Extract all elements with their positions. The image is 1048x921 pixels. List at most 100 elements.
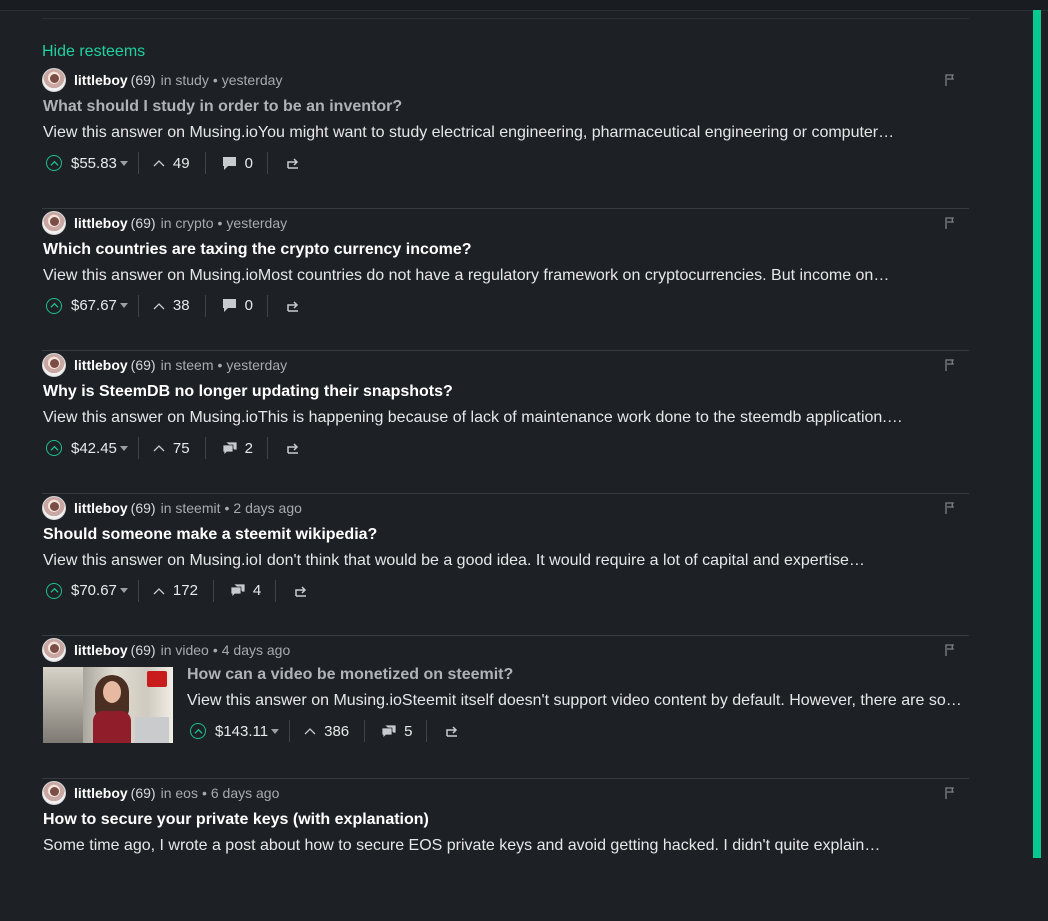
- flag-icon[interactable]: [943, 73, 957, 87]
- category-link[interactable]: steemit: [175, 500, 220, 516]
- upvote-button[interactable]: [46, 583, 62, 599]
- comment-count[interactable]: 5: [404, 723, 412, 740]
- author-name[interactable]: littleboy: [74, 72, 128, 88]
- author-avatar[interactable]: [42, 781, 66, 805]
- resteem-icon[interactable]: [286, 300, 300, 312]
- post-title[interactable]: Which countries are taxing the crypto cu…: [43, 241, 472, 259]
- thumbnail-shirt: [93, 711, 131, 743]
- post-summary[interactable]: View this answer on Musing.ioSteemit its…: [187, 692, 962, 710]
- scrollbar[interactable]: [1033, 10, 1041, 858]
- flag-icon[interactable]: [943, 501, 957, 515]
- comment-count[interactable]: 2: [245, 440, 253, 457]
- author-avatar[interactable]: [42, 353, 66, 377]
- author-name[interactable]: littleboy: [74, 785, 128, 801]
- post-title[interactable]: How to secure your private keys (with ex…: [43, 811, 429, 829]
- chevron-up-icon: [50, 301, 59, 310]
- payout-value[interactable]: $143.11: [215, 723, 268, 740]
- resteem-icon[interactable]: [286, 157, 300, 169]
- comment-icon[interactable]: [222, 298, 238, 313]
- author-avatar[interactable]: [42, 638, 66, 662]
- payout-value[interactable]: $55.83: [71, 155, 117, 172]
- vote-count[interactable]: 38: [173, 297, 190, 314]
- upvote-button[interactable]: [46, 155, 62, 171]
- author-reputation: (69): [131, 642, 156, 658]
- post-header: littleboy (69) in steemit • 2 days ago: [42, 496, 302, 520]
- divider: [205, 152, 206, 174]
- separator-dot: •: [213, 642, 218, 658]
- category-link[interactable]: crypto: [175, 215, 213, 231]
- post-summary[interactable]: View this answer on Musing.ioI don't thi…: [43, 552, 948, 570]
- vote-count[interactable]: 49: [173, 155, 190, 172]
- top-bar: [0, 0, 1048, 11]
- post-header: littleboy (69) in steem • yesterday: [42, 353, 287, 377]
- author-name[interactable]: littleboy: [74, 215, 128, 231]
- category-link[interactable]: video: [175, 642, 208, 658]
- vote-count[interactable]: 386: [324, 723, 349, 740]
- flag-icon[interactable]: [943, 643, 957, 657]
- resteem-icon[interactable]: [286, 442, 300, 454]
- post-summary[interactable]: View this answer on Musing.ioYou might w…: [43, 124, 948, 142]
- post-summary[interactable]: View this answer on Musing.ioMost countr…: [43, 267, 948, 285]
- author-name[interactable]: littleboy: [74, 642, 128, 658]
- comment-count[interactable]: 4: [253, 582, 261, 599]
- post-title[interactable]: What should I study in order to be an in…: [43, 98, 402, 116]
- author-avatar[interactable]: [42, 68, 66, 92]
- post-header: littleboy (69) in crypto • yesterday: [42, 211, 287, 235]
- comments-icon[interactable]: [230, 583, 246, 598]
- divider: [138, 295, 139, 317]
- resteem-icon[interactable]: [445, 725, 459, 737]
- thumbnail-window: [43, 667, 83, 743]
- flag-icon[interactable]: [943, 786, 957, 800]
- upvote-button[interactable]: [190, 723, 206, 739]
- upvote-button[interactable]: [46, 298, 62, 314]
- post-title[interactable]: Should someone make a steemit wikipedia?: [43, 526, 377, 544]
- caret-down-icon[interactable]: [120, 588, 128, 593]
- post-thumbnail[interactable]: [43, 667, 173, 743]
- upvote-button[interactable]: [46, 440, 62, 456]
- post-time[interactable]: yesterday: [222, 72, 283, 88]
- post-summary[interactable]: Some time ago, I wrote a post about how …: [43, 837, 948, 855]
- author-reputation: (69): [131, 785, 156, 801]
- vote-count[interactable]: 75: [173, 440, 190, 457]
- vote-count[interactable]: 172: [173, 582, 198, 599]
- comment-count[interactable]: 0: [245, 155, 253, 172]
- caret-down-icon[interactable]: [271, 729, 279, 734]
- post-time[interactable]: 4 days ago: [222, 642, 291, 658]
- post-actions: $55.83 49 0: [46, 151, 300, 175]
- category-link[interactable]: study: [175, 72, 208, 88]
- post-time[interactable]: 2 days ago: [233, 500, 302, 516]
- caret-down-icon[interactable]: [120, 446, 128, 451]
- author-avatar[interactable]: [42, 211, 66, 235]
- hide-resteems-link[interactable]: Hide resteems: [42, 43, 145, 61]
- post-summary[interactable]: View this answer on Musing.ioThis is hap…: [43, 409, 948, 427]
- payout-value[interactable]: $67.67: [71, 297, 117, 314]
- post-actions: $70.67 172 4: [46, 579, 308, 603]
- post-time[interactable]: yesterday: [226, 357, 287, 373]
- divider: [205, 437, 206, 459]
- comments-icon[interactable]: [381, 724, 397, 739]
- payout-value[interactable]: $70.67: [71, 582, 117, 599]
- post-title[interactable]: How can a video be monetized on steemit?: [187, 666, 513, 684]
- author-name[interactable]: littleboy: [74, 500, 128, 516]
- chevron-up-icon: [50, 586, 59, 595]
- author-avatar[interactable]: [42, 496, 66, 520]
- post-time[interactable]: yesterday: [226, 215, 287, 231]
- in-label: in: [161, 500, 172, 516]
- caret-down-icon[interactable]: [120, 303, 128, 308]
- comment-icon[interactable]: [222, 156, 238, 171]
- steemit-logo: [147, 671, 167, 687]
- divider: [267, 437, 268, 459]
- comment-count[interactable]: 0: [245, 297, 253, 314]
- category-link[interactable]: steem: [175, 357, 213, 373]
- author-name[interactable]: littleboy: [74, 357, 128, 373]
- comments-icon[interactable]: [222, 441, 238, 456]
- post-title[interactable]: Why is SteemDB no longer updating their …: [43, 383, 453, 401]
- flag-icon[interactable]: [943, 216, 957, 230]
- flag-icon[interactable]: [943, 358, 957, 372]
- payout-value[interactable]: $42.45: [71, 440, 117, 457]
- top-divider: [42, 18, 969, 19]
- category-link[interactable]: eos: [175, 785, 198, 801]
- post-time[interactable]: 6 days ago: [211, 785, 280, 801]
- caret-down-icon[interactable]: [120, 161, 128, 166]
- resteem-icon[interactable]: [294, 585, 308, 597]
